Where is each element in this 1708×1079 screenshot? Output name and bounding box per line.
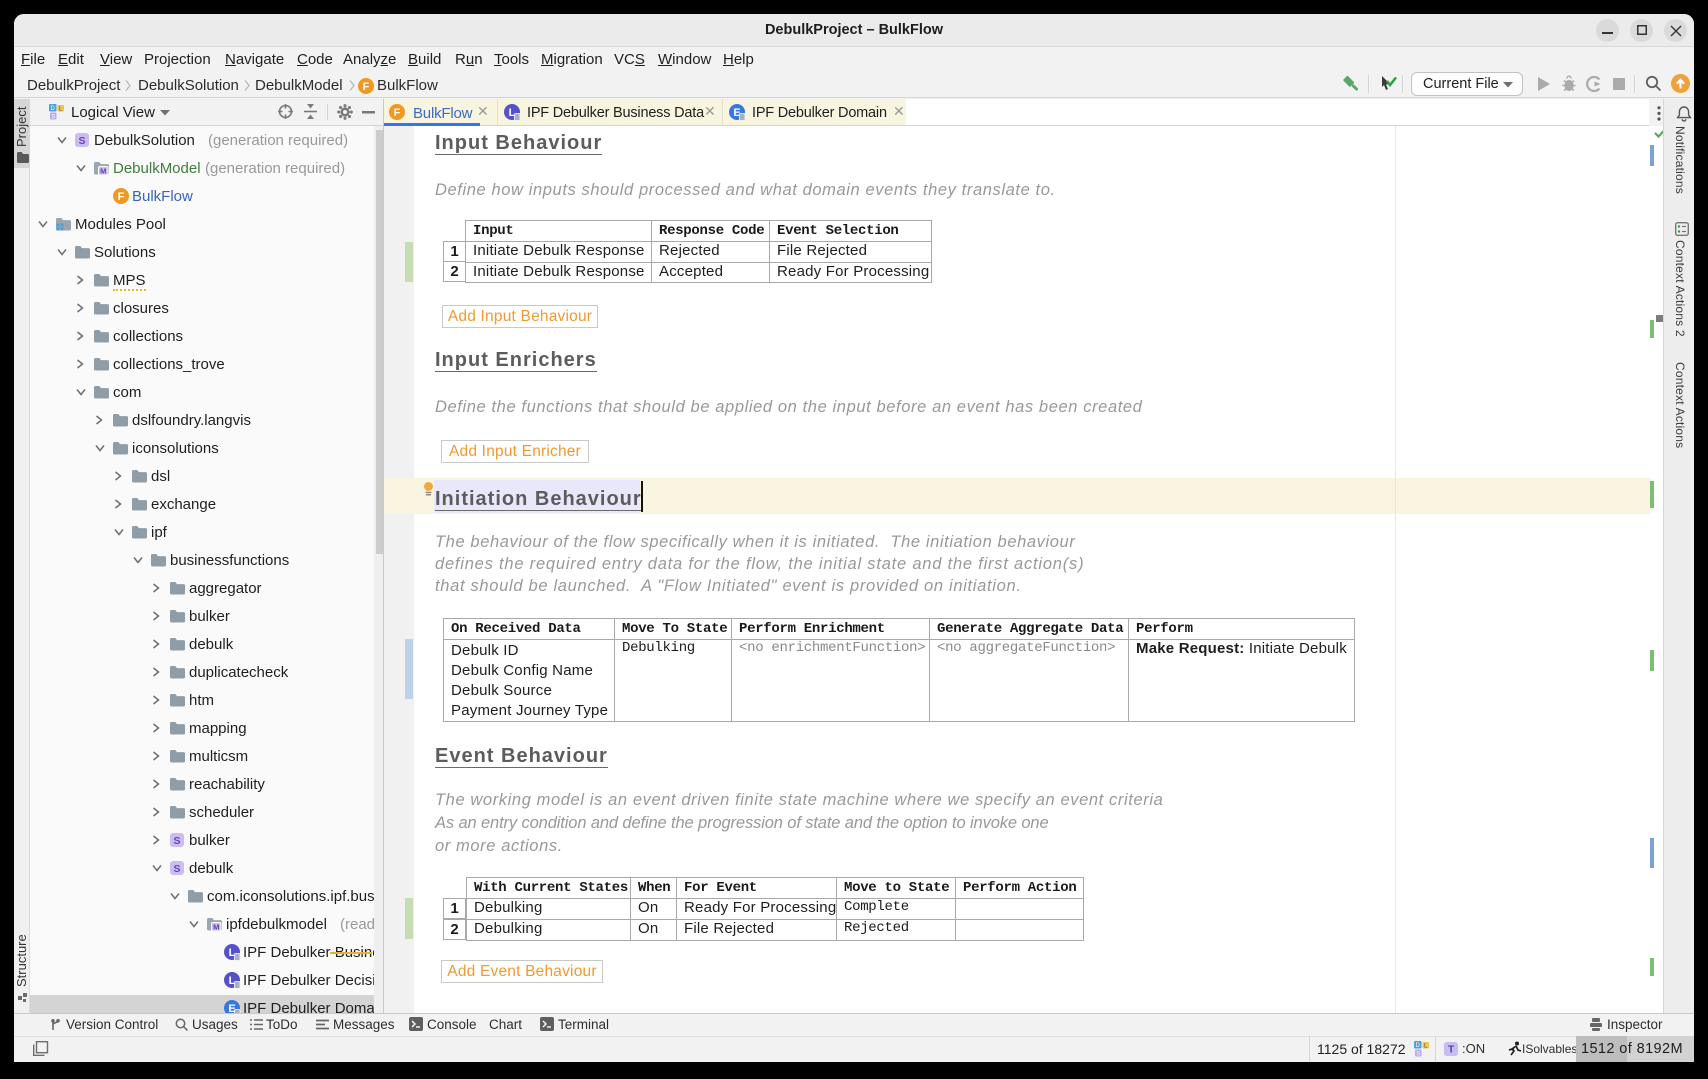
- svg-text:S: S: [51, 114, 55, 120]
- svg-text:M: M: [213, 922, 219, 931]
- svg-text:T: T: [1448, 1045, 1454, 1056]
- svg-text:S: S: [173, 863, 180, 875]
- svg-text:D: D: [51, 106, 56, 112]
- svg-text:F: F: [118, 191, 125, 203]
- svg-text:F: F: [363, 81, 370, 93]
- svg-text:S: S: [173, 835, 180, 847]
- svg-text:M: M: [100, 166, 106, 175]
- svg-text:S: S: [1416, 1051, 1420, 1057]
- svg-text:S: S: [78, 135, 85, 147]
- svg-text:F: F: [394, 107, 401, 119]
- svg-text:D: D: [1416, 1043, 1421, 1049]
